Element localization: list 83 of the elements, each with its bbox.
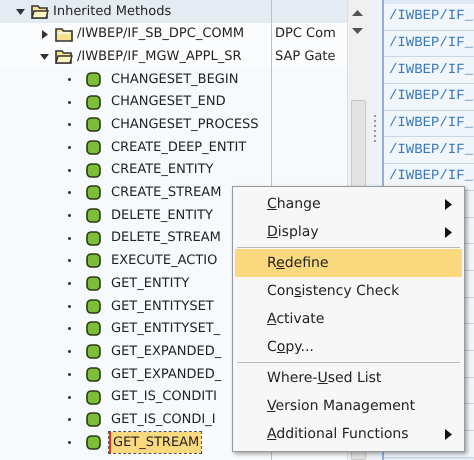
method-icon (86, 390, 101, 405)
method-name[interactable]: GET_EXPANDED_ (109, 340, 224, 362)
method-icon (86, 344, 101, 360)
menu-item[interactable]: Change (235, 190, 462, 218)
class-name: /IWBEP/IF_ (389, 114, 474, 134)
folder-description: DPC Com (274, 25, 336, 44)
folder-label[interactable]: /IWBEP/IF_SB_DPC_COMM (77, 24, 244, 44)
method-name[interactable]: CREATE_STREAM (109, 182, 224, 204)
class-name: /IWBEP/IF_ (389, 87, 474, 106)
class-name: /IWBEP/IF_ (389, 140, 474, 160)
bullet-icon (68, 282, 71, 286)
splitter-grip-icon[interactable] (374, 115, 376, 145)
method-icon (86, 140, 101, 155)
expanded-caret-icon[interactable] (16, 6, 25, 16)
bullet-icon (68, 259, 71, 262)
bullet-icon (68, 304, 71, 308)
method-name[interactable]: GET_ENTITYSET (109, 296, 216, 318)
bullet-icon (68, 396, 71, 399)
bullet-icon (68, 146, 71, 149)
submenu-arrow-icon (445, 198, 452, 210)
method-name[interactable]: GET_STREAM (109, 432, 202, 454)
bullet-icon (68, 440, 71, 444)
method-icon (86, 185, 101, 200)
class-name: /IWBEP/IF_ (389, 167, 474, 186)
method-name[interactable]: CHANGESET_END (109, 91, 228, 113)
folder-icon (55, 26, 73, 42)
method-name[interactable]: GET_IS_CONDI_I (109, 408, 218, 430)
collapsed-caret-icon[interactable] (40, 30, 49, 39)
bullet-icon (68, 372, 71, 376)
submenu-arrow-icon (445, 226, 452, 238)
bullet-icon (68, 123, 71, 126)
menu-item[interactable]: Copy... (235, 333, 462, 361)
bullet-icon (68, 191, 71, 194)
menu-item[interactable]: Consistency Check (235, 277, 462, 305)
folder-icon (55, 49, 73, 64)
method-icon (86, 366, 101, 382)
bullet-icon (68, 327, 71, 330)
method-name[interactable]: DELETE_STREAM (109, 227, 223, 249)
menu-item[interactable]: Activate (235, 305, 462, 333)
menu-item[interactable]: Version Management (235, 392, 462, 420)
method-name[interactable]: CHANGESET_BEGIN (109, 68, 240, 90)
submenu-arrow-icon (445, 428, 452, 440)
bullet-icon (68, 350, 71, 354)
class-name: /IWBEP/IF_ (389, 7, 474, 26)
method-icon (86, 117, 101, 132)
method-name[interactable]: GET_EXPANDED_ (109, 364, 224, 386)
bullet-icon (68, 418, 71, 422)
class-name: /IWBEP/IF_ (389, 34, 474, 54)
bullet-icon (68, 100, 71, 104)
method-name[interactable]: EXECUTE_ACTIO (109, 250, 220, 272)
method-name[interactable]: GET_ENTITY (109, 272, 192, 294)
bullet-icon (68, 236, 71, 240)
folder-label[interactable]: /IWBEP/IF_MGW_APPL_SR (77, 46, 242, 66)
scroll-down-icon[interactable] (352, 28, 363, 34)
bullet-icon (68, 168, 71, 172)
bullet-icon (68, 78, 71, 81)
method-icon (86, 162, 101, 178)
method-icon (86, 276, 101, 292)
method-icon (86, 253, 101, 268)
method-icon (86, 434, 101, 450)
method-icon (86, 321, 101, 336)
method-name[interactable]: CREATE_DEEP_ENTIT (109, 136, 248, 158)
folder-description: SAP Gate (274, 48, 336, 66)
class-name: /IWBEP/IF_ (389, 60, 474, 80)
method-name[interactable]: GET_IS_CONDITI (109, 386, 219, 408)
method-name[interactable]: DELETE_ENTITY (109, 204, 215, 226)
method-icon (86, 298, 101, 314)
menu-item[interactable]: Additional Functions (235, 420, 462, 448)
method-icon (86, 230, 101, 246)
method-name[interactable]: CHANGESET_PROCESS (109, 114, 261, 136)
method-name[interactable]: CREATE_ENTITY (109, 159, 216, 181)
menu-item[interactable]: Redefine (235, 249, 462, 277)
method-icon (86, 94, 101, 110)
menu-item[interactable]: Where-Used List (235, 364, 462, 392)
bullet-icon (68, 214, 71, 218)
folder-icon (31, 4, 49, 19)
scroll-up-icon[interactable] (352, 10, 363, 16)
expanded-caret-icon[interactable] (40, 52, 49, 62)
method-icon (86, 72, 101, 87)
method-name[interactable]: GET_ENTITYSET_ (109, 318, 222, 340)
method-icon (86, 412, 101, 428)
method-icon (86, 208, 101, 224)
menu-item[interactable]: Display (235, 218, 462, 246)
